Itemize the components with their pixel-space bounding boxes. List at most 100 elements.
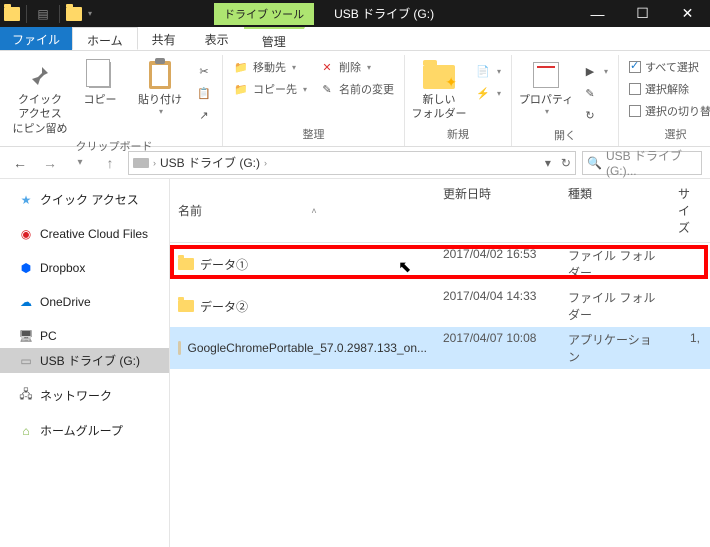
tab-file[interactable]: ファイル <box>0 27 72 50</box>
copy-path-button[interactable]: 📋 <box>192 83 216 103</box>
folder-icon <box>178 258 194 270</box>
navigation-pane: ★クイック アクセス ◉Creative Cloud Files ⬢Dropbo… <box>0 179 170 547</box>
nav-onedrive[interactable]: ☁OneDrive <box>0 290 169 314</box>
copy-icon <box>89 62 111 88</box>
tab-view[interactable]: 表示 <box>191 27 244 50</box>
properties-icon <box>533 62 559 88</box>
shortcut-icon: ↗ <box>196 107 212 123</box>
refresh-dropdown[interactable]: ▾ ↻ <box>545 156 571 170</box>
new-folder-button[interactable]: 新しい フォルダー <box>411 55 467 122</box>
file-date: 2017/04/02 16:53 <box>435 246 560 282</box>
copy-button[interactable]: コピー <box>72 55 128 107</box>
delete-button[interactable]: ✕削除▾ <box>315 57 398 77</box>
history-icon: ↻ <box>582 107 598 123</box>
chevron-right-icon: › <box>153 158 156 168</box>
nav-dropbox[interactable]: ⬢Dropbox <box>0 256 169 280</box>
application-icon <box>178 341 181 355</box>
file-name: GoogleChromePortable_57.0.2987.133_on... <box>187 341 427 355</box>
titlebar: ▤ ▾ ドライブ ツール USB ドライブ (G:) — ☐ ✕ <box>0 0 710 27</box>
tab-home[interactable]: ホーム <box>72 27 138 50</box>
qat-newfolder-icon[interactable] <box>66 7 82 21</box>
open-icon: ▶ <box>582 63 598 79</box>
column-type[interactable]: 種類 <box>560 179 670 242</box>
ribbon-group-new: 新しい フォルダー 📄▾ ⚡▾ 新規 <box>405 55 512 146</box>
column-date[interactable]: 更新日時 <box>435 179 560 242</box>
nav-pc[interactable]: 🖥PC <box>0 324 169 348</box>
history-button[interactable]: ↻ <box>578 105 612 125</box>
chevron-down-icon: ▾ <box>159 107 163 117</box>
open-button[interactable]: ▶▾ <box>578 61 612 81</box>
file-name: データ② <box>200 298 248 315</box>
search-input[interactable]: 🔍 USB ドライブ (G:)... <box>582 151 702 175</box>
pin-quickaccess-button[interactable]: クイック アクセス にピン留め <box>12 55 68 136</box>
window-icon <box>4 7 20 21</box>
breadcrumb-segment[interactable]: USB ドライブ (G:) <box>160 154 260 171</box>
file-row[interactable]: データ②2017/04/04 14:33ファイル フォルダー <box>170 285 710 327</box>
paste-icon <box>149 61 171 89</box>
ribbon-group-clipboard: クイック アクセス にピン留め コピー 貼り付け ▾ ✂ 📋 ↗ クリップボード <box>6 55 223 146</box>
maximize-button[interactable]: ☐ <box>620 0 665 27</box>
up-button[interactable]: ↑ <box>98 151 122 175</box>
qat-properties-icon[interactable]: ▤ <box>33 4 53 24</box>
dropbox-icon: ⬢ <box>18 260 34 276</box>
close-button[interactable]: ✕ <box>665 0 710 27</box>
moveto-icon: 📁 <box>233 59 249 75</box>
recent-dropdown[interactable]: ▾ <box>68 151 92 175</box>
column-size[interactable]: サイズ <box>670 179 710 242</box>
star-icon: ★ <box>18 192 34 208</box>
edit-icon: ✎ <box>582 85 598 101</box>
easy-access-icon: ⚡ <box>475 85 491 101</box>
file-row[interactable]: GoogleChromePortable_57.0.2987.133_on...… <box>170 327 710 369</box>
nav-homegroup[interactable]: ⌂ホームグループ <box>0 418 169 443</box>
checkbox-on-icon <box>629 61 641 73</box>
file-size: 1, <box>670 330 710 366</box>
select-none-button[interactable]: 選択解除 <box>625 79 710 99</box>
minimize-button[interactable]: — <box>575 0 620 27</box>
nav-quick-access[interactable]: ★クイック アクセス <box>0 187 169 212</box>
file-size <box>670 246 710 282</box>
new-item-icon: 📄 <box>475 63 491 79</box>
tab-manage[interactable]: 管理 <box>244 27 305 50</box>
pin-icon <box>28 63 52 87</box>
invert-selection-button[interactable]: 選択の切り替え <box>625 101 710 121</box>
ribbon-group-label: 新規 <box>447 124 469 146</box>
file-row[interactable]: データ①2017/04/02 16:53ファイル フォルダー <box>170 243 710 285</box>
nav-network[interactable]: 🖧ネットワーク <box>0 383 169 408</box>
ribbon-group-organize: 📁移動先▾ 📁コピー先▾ ✕削除▾ ✎名前の変更 整理 <box>223 55 405 146</box>
chevron-right-icon: › <box>264 158 267 168</box>
easy-access-button[interactable]: ⚡▾ <box>471 83 505 103</box>
new-item-button[interactable]: 📄▾ <box>471 61 505 81</box>
cut-button[interactable]: ✂ <box>192 61 216 81</box>
qat-dropdown-icon[interactable]: ▾ <box>88 9 92 18</box>
ribbon: クイック アクセス にピン留め コピー 貼り付け ▾ ✂ 📋 ↗ クリップボード… <box>0 51 710 147</box>
nav-usb-drive[interactable]: ▭USB ドライブ (G:) <box>0 348 169 373</box>
paste-button[interactable]: 貼り付け ▾ <box>132 55 188 118</box>
back-button[interactable]: ← <box>8 151 32 175</box>
column-name[interactable]: 名前˄ <box>170 179 435 242</box>
properties-button[interactable]: プロパティ ▾ <box>518 55 574 118</box>
ribbon-tabstrip: ファイル ホーム 共有 表示 管理 <box>0 27 710 51</box>
checkbox-icon <box>629 105 641 117</box>
moveto-button[interactable]: 📁移動先▾ <box>229 57 311 77</box>
folder-icon <box>178 300 194 312</box>
forward-button[interactable]: → <box>38 151 62 175</box>
pc-icon: 🖥 <box>18 328 34 344</box>
search-placeholder: USB ドライブ (G:)... <box>606 147 697 178</box>
drive-icon <box>133 158 149 168</box>
address-bar[interactable]: › USB ドライブ (G:) › ▾ ↻ <box>128 151 576 175</box>
paste-shortcut-button[interactable]: ↗ <box>192 105 216 125</box>
content-area: ★クイック アクセス ◉Creative Cloud Files ⬢Dropbo… <box>0 179 710 547</box>
delete-icon: ✕ <box>319 59 335 75</box>
copyto-button[interactable]: 📁コピー先▾ <box>229 79 311 99</box>
file-type: アプリケーション <box>560 330 670 366</box>
tab-share[interactable]: 共有 <box>138 27 191 50</box>
edit-button[interactable]: ✎ <box>578 83 612 103</box>
drive-icon: ▭ <box>18 353 34 369</box>
column-headers: 名前˄ 更新日時 種類 サイズ <box>170 179 710 243</box>
rename-button[interactable]: ✎名前の変更 <box>315 79 398 99</box>
file-type: ファイル フォルダー <box>560 246 670 282</box>
select-all-button[interactable]: すべて選択 <box>625 57 710 77</box>
nav-creative-cloud[interactable]: ◉Creative Cloud Files <box>0 222 169 246</box>
file-type: ファイル フォルダー <box>560 288 670 324</box>
contextual-tab-drive-tools[interactable]: ドライブ ツール <box>214 3 314 25</box>
